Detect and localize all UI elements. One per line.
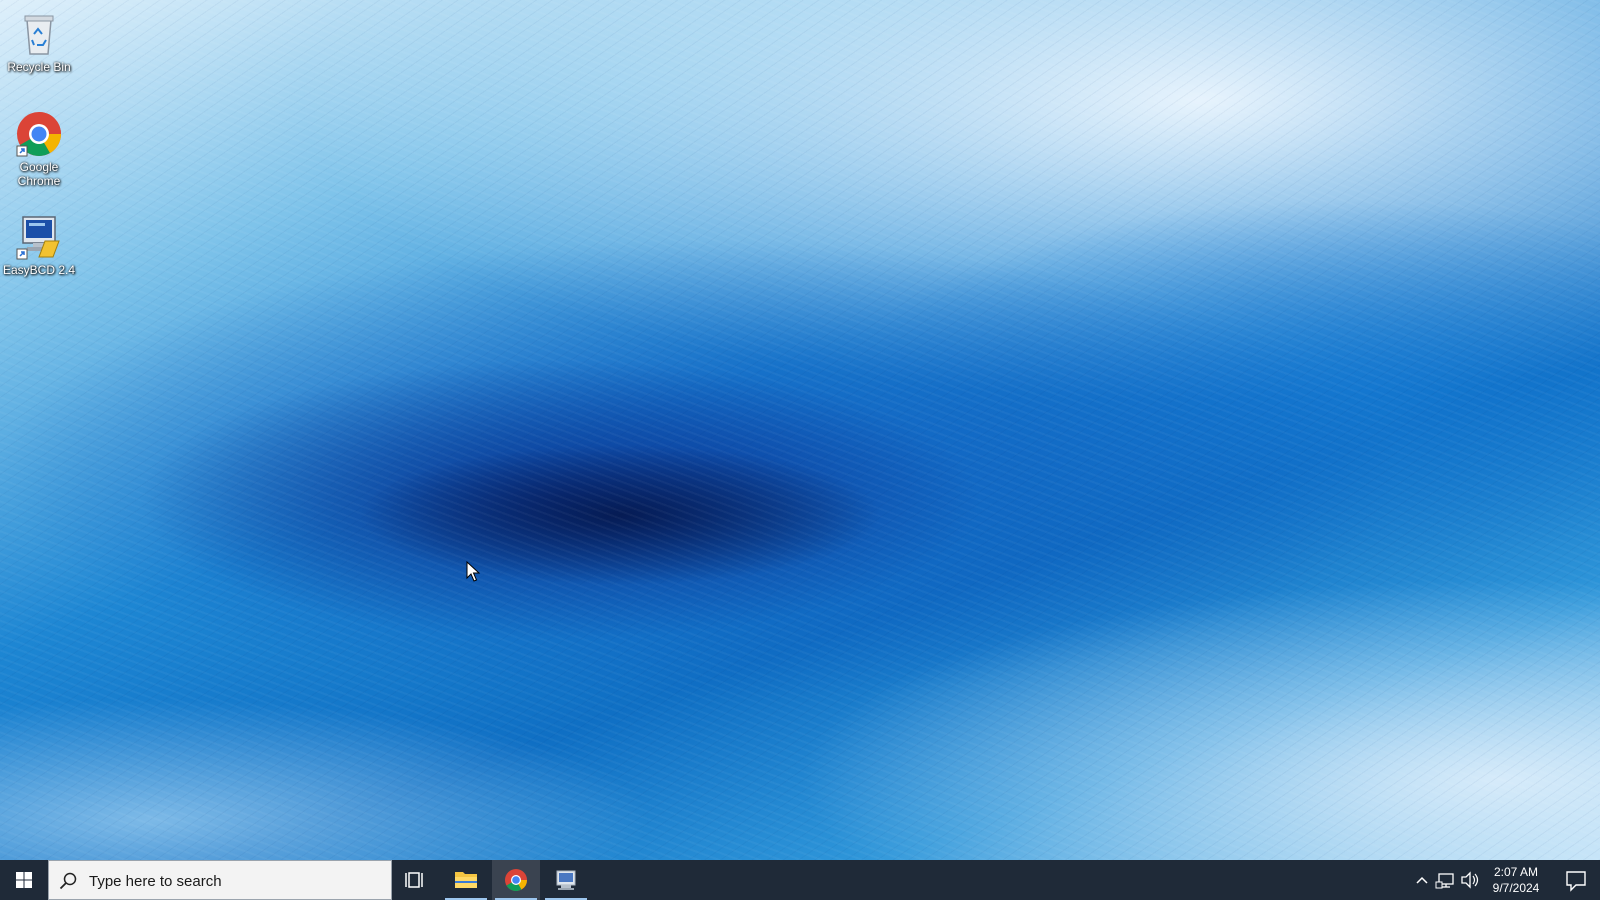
clock-time: 2:07 AM	[1493, 865, 1539, 879]
network-icon	[1435, 873, 1454, 889]
tray-volume[interactable]	[1458, 860, 1482, 900]
action-center-button[interactable]	[1556, 860, 1596, 900]
desktop-icon-label: Recycle Bin	[7, 60, 71, 74]
windows-logo-icon	[16, 872, 32, 888]
taskbar-search-box[interactable]	[48, 860, 392, 901]
chrome-icon	[505, 869, 527, 891]
taskbar: 2:07 AM 9/7/2024	[0, 860, 1600, 901]
desktop-icon-google-chrome[interactable]: Google Chrome	[2, 110, 76, 188]
desktop-icon-recycle-bin[interactable]: Recycle Bin	[2, 10, 76, 74]
taskbar-task-view-button[interactable]	[392, 860, 440, 900]
start-button[interactable]	[0, 860, 48, 900]
volume-icon	[1461, 871, 1479, 889]
chevron-up-icon	[1416, 876, 1428, 884]
task-view-icon	[405, 872, 423, 888]
folder-icon	[455, 872, 477, 888]
chrome-icon	[16, 112, 61, 157]
search-input[interactable]	[87, 861, 387, 901]
desktop-wallpaper	[0, 0, 1600, 860]
desktop-icon-easybcd[interactable]: EasyBCD 2.4	[2, 213, 76, 277]
easybcd-icon	[556, 870, 576, 890]
wallpaper-texture	[0, 0, 1600, 860]
taskbar-chrome-button[interactable]	[492, 860, 540, 900]
recycle-bin-icon	[24, 15, 54, 55]
mouse-cursor-icon	[466, 561, 480, 582]
tray-network[interactable]	[1434, 860, 1458, 900]
notification-icon	[1566, 871, 1586, 892]
taskbar-easybcd-button[interactable]	[542, 860, 590, 900]
search-icon	[59, 872, 77, 890]
tray-show-hidden-icons[interactable]	[1410, 860, 1434, 900]
desktop-icon-label: Google Chrome	[17, 160, 61, 188]
taskbar-clock[interactable]: 2:07 AM 9/7/2024	[1480, 864, 1552, 896]
taskbar-file-explorer-button[interactable]	[442, 860, 490, 900]
easybcd-icon	[16, 216, 60, 260]
desktop-icon-label: EasyBCD 2.4	[2, 263, 76, 277]
clock-date: 9/7/2024	[1492, 881, 1540, 895]
